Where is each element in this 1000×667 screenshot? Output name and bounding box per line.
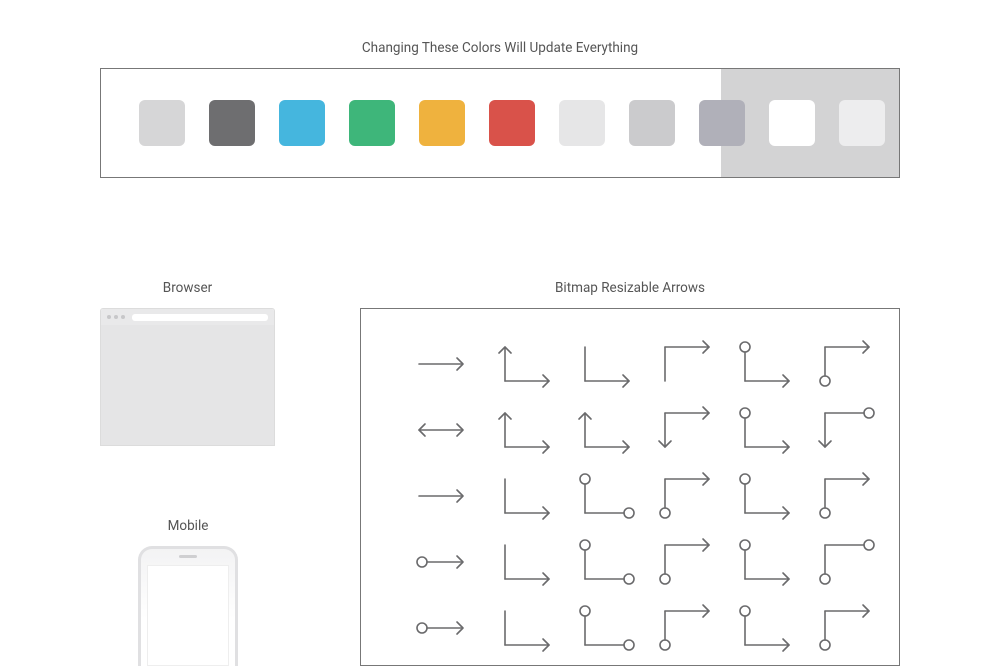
traffic-dot-icon [121, 315, 125, 319]
arrow-elbow-icon [817, 407, 877, 453]
arrow-straight-icon [407, 539, 477, 585]
browser-frame [100, 308, 275, 446]
arrow-elbow-icon [817, 539, 877, 585]
arrow-elbow-icon [497, 539, 557, 585]
arrows-box [360, 308, 900, 666]
browser-title: Browser [100, 280, 275, 296]
swatch-lighter-gray[interactable] [559, 100, 605, 146]
arrows-section: Bitmap Resizable Arrows [360, 280, 900, 666]
browser-url-field [132, 314, 268, 321]
swatch-green[interactable] [349, 100, 395, 146]
arrow-elbow-icon [737, 539, 797, 585]
mobile-speaker-icon [179, 555, 197, 558]
browser-viewport [101, 325, 274, 445]
traffic-dot-icon [107, 315, 111, 319]
arrow-straight-icon [407, 407, 477, 453]
arrow-elbow-icon [817, 605, 877, 651]
swatch-steel-gray[interactable] [699, 100, 745, 146]
browser-chrome-bar [101, 309, 274, 325]
arrow-elbow-icon [497, 407, 557, 453]
arrow-elbow-icon [737, 605, 797, 651]
arrow-elbow-icon [497, 605, 557, 651]
swatch-light-gray[interactable] [139, 100, 185, 146]
arrow-elbow-icon [737, 407, 797, 453]
arrow-elbow-icon [577, 539, 637, 585]
arrow-elbow-icon [817, 473, 877, 519]
arrow-elbow-icon [657, 605, 717, 651]
swatch-yellow[interactable] [419, 100, 465, 146]
arrow-elbow-icon [657, 539, 717, 585]
arrow-elbow-icon [497, 341, 557, 387]
browser-section: Browser [100, 280, 275, 446]
arrow-elbow-icon [657, 341, 717, 387]
mobile-title: Mobile [134, 518, 242, 534]
arrow-elbow-icon [657, 473, 717, 519]
mobile-screen [147, 565, 229, 666]
swatch-red[interactable] [489, 100, 535, 146]
swatch-white[interactable] [769, 100, 815, 146]
swatch-blue[interactable] [279, 100, 325, 146]
arrows-title: Bitmap Resizable Arrows [360, 280, 900, 296]
arrow-elbow-icon [737, 341, 797, 387]
palette-title: Changing These Colors Will Update Everyt… [100, 40, 900, 56]
arrow-elbow-icon [577, 407, 637, 453]
arrow-elbow-icon [577, 605, 637, 651]
swatch-mid-gray[interactable] [629, 100, 675, 146]
arrow-elbow-icon [577, 341, 637, 387]
arrow-elbow-icon [497, 473, 557, 519]
swatch-dark-gray[interactable] [209, 100, 255, 146]
arrow-elbow-icon [577, 473, 637, 519]
mobile-frame [138, 546, 238, 666]
arrow-elbow-icon [657, 407, 717, 453]
traffic-dot-icon [114, 315, 118, 319]
arrow-elbow-icon [737, 473, 797, 519]
swatch-off-white[interactable] [839, 100, 885, 146]
arrow-elbow-icon [817, 341, 877, 387]
palette-box [100, 68, 900, 178]
mobile-section: Mobile [134, 518, 242, 666]
arrow-straight-icon [407, 605, 477, 651]
color-palette-section: Changing These Colors Will Update Everyt… [100, 40, 900, 178]
arrow-straight-icon [407, 473, 477, 519]
arrow-straight-icon [407, 341, 477, 387]
